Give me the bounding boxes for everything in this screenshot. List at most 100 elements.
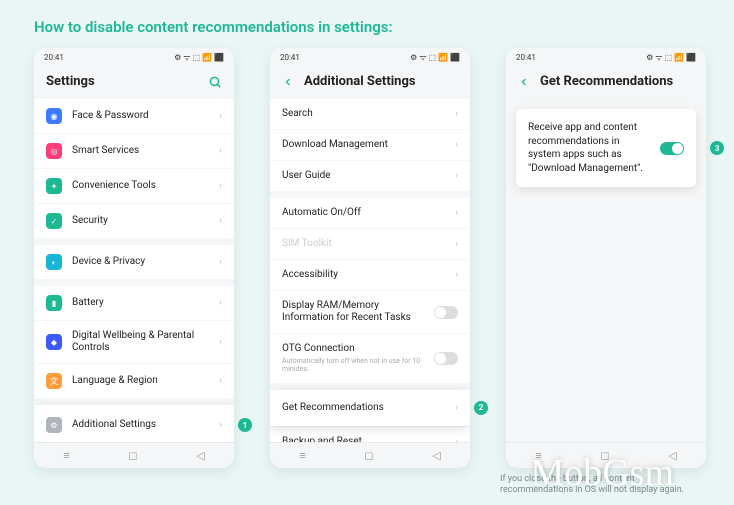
settings-row-battery[interactable]: ▮ Battery ›	[34, 286, 234, 320]
row-toggle[interactable]	[434, 306, 458, 319]
settings-row-device-privacy[interactable]: ◐Device & Privacy›	[34, 245, 234, 279]
settings-row-face-password[interactable]: ◉Face & Password›	[34, 99, 234, 133]
recommendations-panel: Receive app and content recommendations …	[506, 99, 706, 442]
recommendations-toggle[interactable]	[660, 142, 684, 155]
chevron-right-icon: ›	[219, 257, 222, 267]
nav-home-icon[interactable]: ◻	[364, 449, 373, 462]
row-label: Display RAM/Memory Information for Recen…	[282, 300, 424, 324]
chevron-right-icon: ›	[219, 146, 222, 156]
addsettings-row-search[interactable]: Search›	[270, 99, 470, 129]
chevron-right-icon: ›	[219, 337, 222, 347]
step-badge-3: 3	[710, 141, 724, 155]
additional-settings-list: Search›Download Management›User Guide›Au…	[270, 99, 470, 442]
chevron-right-icon: ›	[455, 270, 458, 280]
chevron-right-icon: ›	[219, 420, 222, 430]
addsettings-row-get-recommendations[interactable]: Get Recommendations ›	[270, 390, 470, 426]
status-time: 20:41	[280, 53, 300, 62]
chevron-right-icon: ›	[219, 216, 222, 226]
nav-home-icon[interactable]: ◻	[128, 449, 137, 462]
android-navbar: ≡ ◻ ◁	[34, 442, 234, 468]
chevron-right-icon: ›	[455, 403, 458, 413]
nav-menu-icon[interactable]: ≡	[63, 449, 69, 462]
android-navbar: ≡ ◻ ◁	[270, 442, 470, 468]
addsettings-row-automatic-on-off[interactable]: Automatic On/Off ›	[270, 198, 470, 228]
addsettings-row-otg-connection[interactable]: OTG ConnectionAutomatically turn off whe…	[270, 333, 470, 383]
row-icon: ◐	[46, 254, 62, 270]
nav-menu-icon[interactable]: ≡	[299, 449, 305, 462]
row-label: Language & Region	[72, 375, 209, 387]
recommendations-card: Receive app and content recommendations …	[516, 109, 696, 187]
phone3: 20:41 ⚙ ᯤ ⬚ 📶 ⬛ Get Recommendations Rece…	[506, 48, 706, 468]
back-icon[interactable]	[282, 76, 294, 88]
row-label: Security	[72, 215, 209, 227]
statusbar: 20:41 ⚙ ᯤ ⬚ 📶 ⬛	[34, 48, 234, 66]
row-toggle[interactable]	[434, 352, 458, 365]
settings-row-digital-wellbeing-parental-controls[interactable]: ◆ Digital Wellbeing & Parental Controls ›	[34, 320, 234, 363]
row-icon: ✦	[46, 178, 62, 194]
addsettings-row-display-ram-memory-information-for-recent-tasks[interactable]: Display RAM/Memory Information for Recen…	[270, 290, 470, 333]
row-label: OTG ConnectionAutomatically turn off whe…	[282, 343, 424, 374]
addsettings-row-backup-and-reset[interactable]: Backup and Reset ›	[270, 426, 470, 442]
settings-row-additional-settings[interactable]: ⚙ Additional Settings ›	[34, 405, 234, 442]
search-icon[interactable]	[208, 75, 222, 89]
chevron-right-icon: ›	[455, 208, 458, 218]
status-time: 20:41	[44, 53, 64, 62]
chevron-right-icon: ›	[455, 140, 458, 150]
nav-home-icon[interactable]: ◻	[600, 449, 609, 462]
row-icon: ✓	[46, 213, 62, 229]
chevron-right-icon: ›	[455, 171, 458, 181]
addsettings-row-accessibility[interactable]: Accessibility ›	[270, 259, 470, 290]
status-time: 20:41	[516, 53, 536, 62]
nav-menu-icon[interactable]: ≡	[535, 449, 541, 462]
row-icon: ◆	[46, 334, 62, 350]
settings-row-security[interactable]: ✓ Security ›	[34, 203, 234, 238]
status-icons: ⚙ ᯤ ⬚ 📶 ⬛	[174, 52, 224, 63]
step-badge-2: 2	[474, 401, 488, 415]
page-title: How to disable content recommendations i…	[0, 0, 734, 48]
chevron-right-icon: ›	[455, 437, 458, 442]
row-label: Automatic On/Off	[282, 207, 445, 219]
nav-back-icon[interactable]: ◁	[196, 449, 204, 462]
row-label: Additional Settings	[72, 419, 209, 431]
addsettings-row-sim-toolkit: SIM Toolkit›	[270, 228, 470, 259]
statusbar: 20:41 ⚙ ᯤ ⬚ 📶 ⬛	[506, 48, 706, 66]
settings-row-smart-services[interactable]: ◎Smart Services›	[34, 133, 234, 168]
settings-list: ◉Face & Password›◎Smart Services›✦Conven…	[34, 99, 234, 442]
settings-row-language-region[interactable]: 文 Language & Region ›	[34, 363, 234, 398]
phone2-wrap: 20:41 ⚙ ᯤ ⬚ 📶 ⬛ Additional Settings Sear…	[270, 48, 470, 468]
row-label: Digital Wellbeing & Parental Controls	[72, 330, 209, 354]
phone3-wrap: 20:41 ⚙ ᯤ ⬚ 📶 ⬛ Get Recommendations Rece…	[506, 48, 706, 468]
status-icons: ⚙ ᯤ ⬚ 📶 ⬛	[410, 52, 460, 63]
row-sublabel: Automatically turn off when not in use f…	[282, 357, 424, 374]
header: Settings	[34, 66, 234, 99]
row-label: User Guide	[282, 170, 445, 182]
addsettings-row-download-management[interactable]: Download Management›	[270, 129, 470, 160]
row-icon: ▮	[46, 295, 62, 311]
phone1: 20:41 ⚙ ᯤ ⬚ 📶 ⬛ Settings ◉Face & Passwor…	[34, 48, 234, 468]
additional-settings-title: Additional Settings	[304, 74, 458, 89]
nav-back-icon[interactable]: ◁	[432, 449, 440, 462]
statusbar: 20:41 ⚙ ᯤ ⬚ 📶 ⬛	[270, 48, 470, 66]
phone2: 20:41 ⚙ ᯤ ⬚ 📶 ⬛ Additional Settings Sear…	[270, 48, 470, 468]
row-label: Battery	[72, 297, 209, 309]
phone1-wrap: 20:41 ⚙ ᯤ ⬚ 📶 ⬛ Settings ◉Face & Passwor…	[34, 48, 234, 468]
header: Additional Settings	[270, 66, 470, 99]
row-icon: ⚙	[46, 417, 62, 433]
row-label: Get Recommendations	[282, 402, 445, 414]
addsettings-row-user-guide[interactable]: User Guide ›	[270, 160, 470, 191]
chevron-right-icon: ›	[219, 376, 222, 386]
chevron-right-icon: ›	[455, 109, 458, 119]
nav-back-icon[interactable]: ◁	[668, 449, 676, 462]
footer-note: If you close the button, all content rec…	[500, 474, 700, 497]
get-recommendations-title: Get Recommendations	[540, 74, 694, 89]
status-icons: ⚙ ᯤ ⬚ 📶 ⬛	[646, 52, 696, 63]
settings-row-convenience-tools[interactable]: ✦Convenience Tools›	[34, 168, 234, 203]
settings-title: Settings	[46, 74, 198, 89]
chevron-right-icon: ›	[219, 298, 222, 308]
chevron-right-icon: ›	[455, 239, 458, 249]
row-icon: ◉	[46, 108, 62, 124]
row-label: Backup and Reset	[282, 436, 445, 442]
row-icon: 文	[46, 373, 62, 389]
row-label: Accessibility	[282, 269, 445, 281]
back-icon[interactable]	[518, 76, 530, 88]
